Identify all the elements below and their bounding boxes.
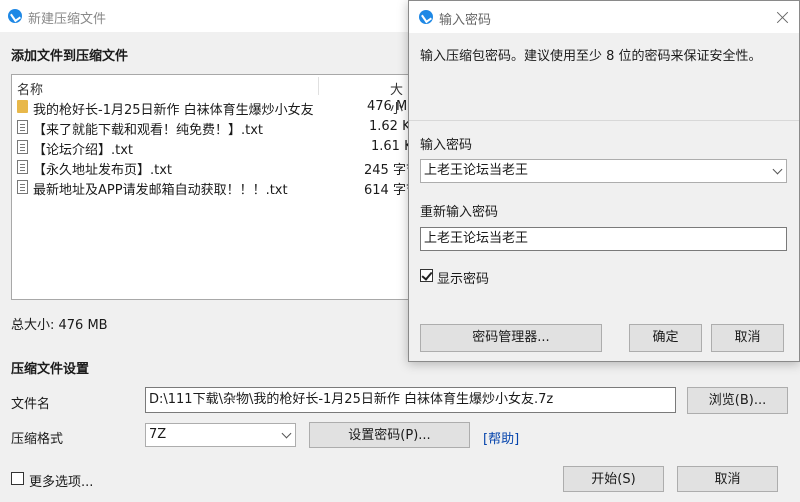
list-item[interactable]: 我的枪好长-1月25日新作 白袜体育生爆炒小女友 476 M: [12, 97, 410, 118]
file-size: 1.62 K: [369, 119, 411, 134]
list-item[interactable]: 【论坛介绍】.txt 1.61 K: [12, 137, 411, 158]
text-file-icon: [17, 120, 28, 134]
text-file-icon: [17, 160, 28, 174]
text-file-icon: [17, 140, 28, 154]
password-manager-button[interactable]: 密码管理器...: [420, 324, 602, 352]
file-list[interactable]: 名称 大小 我的枪好长-1月25日新作 白袜体育生爆炒小女友 476 M 【来了…: [11, 74, 411, 300]
file-name: 【来了就能下载和观看！纯免费！】.txt: [33, 123, 264, 138]
column-name-header[interactable]: 名称: [17, 79, 43, 98]
file-size: 245 字节: [364, 163, 410, 178]
ok-button[interactable]: 确定: [629, 324, 702, 352]
file-size: 614 字节: [364, 183, 410, 198]
file-name: 我的枪好长-1月25日新作 白袜体育生爆炒小女友: [33, 103, 314, 118]
file-name: 最新地址及APP请发邮箱自动获取！！！.txt: [33, 183, 288, 198]
app-logo-icon: [8, 9, 22, 23]
format-label: 压缩格式: [11, 432, 64, 447]
dialog-description: 输入压缩包密码。建议使用至少 8 位的密码来保证安全性。: [420, 49, 762, 64]
file-size: 476 M: [367, 99, 408, 114]
password-value: 上老王论坛当老王: [424, 163, 529, 178]
set-password-button[interactable]: 设置密码(P)...: [309, 422, 470, 448]
format-value: 7Z: [149, 427, 167, 442]
dialog-title: 输入密码: [439, 13, 492, 28]
dialog-cancel-button[interactable]: 取消: [711, 324, 784, 352]
chevron-down-icon[interactable]: [772, 164, 783, 175]
reenter-password-input[interactable]: 上老王论坛当老王: [420, 227, 787, 251]
list-item[interactable]: 【永久地址发布页】.txt 245 字节: [12, 157, 410, 178]
cancel-button[interactable]: 取消: [677, 466, 778, 492]
password-label: 输入密码: [420, 138, 473, 153]
main-window-title: 新建压缩文件: [28, 12, 107, 27]
password-input[interactable]: 上老王论坛当老王: [420, 159, 787, 183]
total-size: 总大小: 476 MB: [11, 318, 108, 333]
file-name: 【论坛介绍】.txt: [33, 143, 134, 158]
filename-input[interactable]: D:\111下载\杂物\我的枪好长-1月25日新作 白袜体育生爆炒小女友.7z: [145, 387, 676, 413]
show-password-label[interactable]: 显示密码: [437, 268, 489, 287]
file-size: 1.61 K: [371, 139, 411, 154]
column-separator[interactable]: [318, 77, 319, 95]
folder-icon: [17, 100, 28, 113]
help-link[interactable]: [帮助]: [483, 428, 519, 447]
close-icon[interactable]: [777, 11, 789, 23]
show-password-checkbox[interactable]: [420, 269, 433, 282]
more-options-checkbox[interactable]: [11, 472, 24, 485]
start-button[interactable]: 开始(S): [563, 466, 664, 492]
chevron-down-icon: [281, 428, 292, 439]
text-file-icon: [17, 180, 28, 194]
settings-heading: 压缩文件设置: [11, 362, 90, 377]
browse-button[interactable]: 浏览(B)...: [687, 387, 788, 414]
app-logo-icon: [419, 10, 433, 24]
list-item[interactable]: 【来了就能下载和观看！纯免费！】.txt 1.62 K: [12, 117, 411, 138]
file-name: 【永久地址发布页】.txt: [33, 163, 173, 178]
dialog-titlebar: 输入密码: [409, 1, 799, 33]
format-select[interactable]: 7Z: [145, 423, 296, 447]
more-options-label[interactable]: 更多选项...: [29, 471, 93, 490]
add-files-heading: 添加文件到压缩文件: [11, 49, 129, 64]
list-item[interactable]: 最新地址及APP请发邮箱自动获取！！！.txt 614 字节: [12, 177, 410, 198]
password-dialog: 输入密码 输入压缩包密码。建议使用至少 8 位的密码来保证安全性。 输入密码 上…: [408, 0, 800, 362]
filename-label: 文件名: [11, 397, 51, 412]
reenter-password-label: 重新输入密码: [420, 205, 499, 220]
file-list-header: 名称 大小: [12, 75, 410, 117]
divider: [409, 120, 799, 121]
